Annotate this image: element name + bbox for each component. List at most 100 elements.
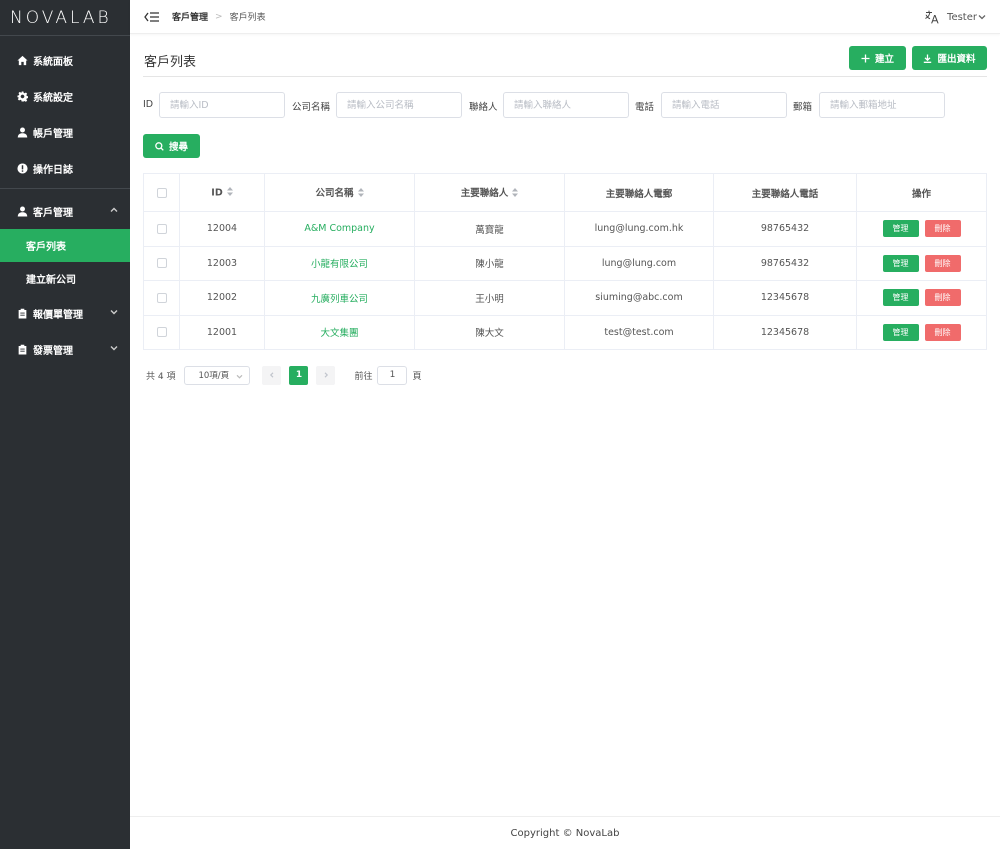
clipboard-icon — [16, 343, 28, 355]
sort-icon[interactable] — [226, 186, 233, 199]
sidebar-item-logs[interactable]: 操作日誌 — [0, 150, 130, 186]
search-icon — [155, 141, 164, 151]
delete-button[interactable]: 刪除 — [924, 254, 961, 272]
breadcrumb-parent[interactable]: 客戶管理 — [172, 10, 208, 23]
create-button-label: 建立 — [874, 54, 894, 65]
phone-filter-input[interactable] — [661, 92, 787, 118]
breadcrumb: 客戶管理 > 客戶列表 — [172, 10, 266, 24]
user-name: Tester — [947, 11, 977, 23]
sidebar-item-label: 帳戶管理 — [33, 128, 73, 140]
delete-button[interactable]: 刪除 — [924, 323, 961, 341]
row-select-cell — [143, 211, 180, 247]
search-button[interactable]: 搜尋 — [143, 134, 200, 158]
goto-suffix: 頁 — [412, 371, 422, 382]
chevron-down-icon — [110, 308, 118, 316]
prev-page-button[interactable] — [262, 365, 282, 385]
clipboard-icon — [16, 307, 28, 319]
sidebar-item-label: 系統面板 — [33, 56, 73, 68]
sidebar-item-accounts[interactable]: 帳戶管理 — [0, 114, 130, 150]
chevron-right-icon — [324, 372, 329, 378]
table-row: 12004 A&M Company 萬寶龍 lung@lung.com.hk 9… — [143, 211, 987, 247]
filter-bar: ID 公司名稱 聯絡人 電話 郵箱 — [143, 92, 993, 118]
export-button-label: 匯出資料 — [937, 54, 976, 65]
row-checkbox[interactable] — [156, 292, 167, 303]
cell-contact: 陳小龍 — [414, 245, 565, 281]
sidebar-item-customers[interactable]: 客戶管理 — [0, 193, 130, 229]
collapse-menu-icon[interactable] — [144, 10, 160, 24]
company-link[interactable]: 大文集團 — [320, 328, 358, 339]
manage-button[interactable]: 管理 — [882, 289, 919, 307]
table-row: 12001 大文集團 陳大文 test@test.com 12345678 管理… — [143, 314, 987, 350]
sidebar-divider — [0, 188, 130, 189]
column-header-id[interactable]: ID — [179, 173, 265, 212]
table-row: 12003 小龍有限公司 陳小龍 lung@lung.com 98765432 … — [143, 245, 987, 281]
cell-email: siuming@abc.com — [564, 280, 714, 316]
company-filter-input[interactable] — [336, 92, 462, 118]
pagination-total: 共 4 項 — [146, 371, 176, 382]
row-checkbox[interactable] — [156, 223, 167, 234]
footer: Copyright © NovaLab — [130, 816, 1000, 849]
sidebar: NOVALAB 系統面板 系統設定 帳戶管理 操作日誌 客戶管理 客戶列表 建立… — [0, 0, 130, 849]
sidebar-item-label: 報價單管理 — [33, 309, 83, 321]
sidebar-subitem-customer-list[interactable]: 客戶列表 — [0, 229, 130, 262]
row-checkbox[interactable] — [156, 258, 167, 269]
main-content: 客戶列表 建立 匯出資料 ID 公司名稱 聯絡人 電話 郵箱 搜尋 ID 公司名… — [130, 34, 1000, 816]
next-page-button[interactable] — [316, 365, 336, 385]
column-header-email: 主要聯絡人電郵 — [564, 173, 714, 212]
filter-label-contact: 聯絡人 — [469, 102, 498, 113]
create-button[interactable]: 建立 — [849, 46, 906, 70]
sidebar-subitem-create-company[interactable]: 建立新公司 — [0, 262, 130, 295]
column-header-contact[interactable]: 主要聯絡人 — [414, 173, 565, 212]
sort-icon[interactable] — [357, 187, 364, 200]
manage-button[interactable]: 管理 — [882, 254, 919, 272]
cell-phone: 98765432 — [713, 245, 857, 281]
delete-button[interactable]: 刪除 — [924, 220, 961, 238]
id-filter-input[interactable] — [159, 92, 285, 118]
cell-email: lung@lung.com — [564, 245, 714, 281]
sort-icon[interactable] — [512, 187, 519, 200]
contact-filter-input[interactable] — [503, 92, 629, 118]
filter-label-email: 郵箱 — [793, 102, 813, 113]
filter-label-id: ID — [143, 99, 154, 110]
table-header-row: ID 公司名稱 主要聯絡人 主要聯絡人電郵 主要聯絡人電話 操作 — [143, 173, 987, 212]
select-all-checkbox[interactable] — [156, 187, 167, 198]
manage-button[interactable]: 管理 — [882, 323, 919, 341]
company-link[interactable]: 小龍有限公司 — [311, 259, 368, 270]
cell-company: 九廣列車公司 — [264, 280, 415, 316]
sidebar-item-invoices[interactable]: 發票管理 — [0, 331, 130, 367]
breadcrumb-separator: > — [215, 11, 223, 22]
user-menu[interactable]: Tester — [947, 12, 986, 23]
page-number-button[interactable]: 1 — [289, 365, 309, 385]
filter-label-phone: 電話 — [635, 102, 655, 113]
cell-phone: 98765432 — [713, 211, 857, 247]
pagination: 共 4 項 10項/頁 1 前往 頁 — [146, 365, 421, 385]
column-header-label: 公司名稱 — [315, 188, 354, 200]
logo: NOVALAB — [0, 0, 130, 36]
cell-actions: 管理 刪除 — [856, 314, 987, 350]
sidebar-item-settings[interactable]: 系統設定 — [0, 78, 130, 114]
sidebar-item-label: 操作日誌 — [33, 164, 73, 176]
customer-table: ID 公司名稱 主要聯絡人 主要聯絡人電郵 主要聯絡人電話 操作 12004 A… — [143, 173, 987, 350]
sidebar-item-dashboard[interactable]: 系統面板 — [0, 42, 130, 78]
sidebar-item-quotations[interactable]: 報價單管理 — [0, 295, 130, 331]
cell-actions: 管理 刪除 — [856, 245, 987, 281]
column-header-company[interactable]: 公司名稱 — [264, 173, 415, 212]
translate-icon[interactable] — [925, 10, 939, 24]
column-header-phone: 主要聯絡人電話 — [713, 173, 857, 212]
company-link[interactable]: A&M Company — [304, 223, 374, 234]
company-link[interactable]: 九廣列車公司 — [311, 294, 368, 305]
delete-button[interactable]: 刪除 — [924, 289, 961, 307]
manage-button[interactable]: 管理 — [882, 220, 919, 238]
page-size-value: 10項/頁 — [198, 371, 230, 381]
chevron-up-icon — [110, 206, 118, 214]
goto-prefix: 前往 — [354, 371, 373, 382]
email-filter-input[interactable] — [819, 92, 945, 118]
column-header-actions: 操作 — [856, 173, 987, 212]
goto-page-input[interactable] — [377, 365, 408, 385]
column-header-label: ID — [211, 187, 223, 198]
download-icon — [924, 54, 932, 63]
row-checkbox[interactable] — [156, 327, 167, 338]
export-button[interactable]: 匯出資料 — [912, 46, 987, 70]
gear-icon — [16, 90, 28, 102]
page-size-select[interactable]: 10項/頁 — [184, 365, 251, 385]
